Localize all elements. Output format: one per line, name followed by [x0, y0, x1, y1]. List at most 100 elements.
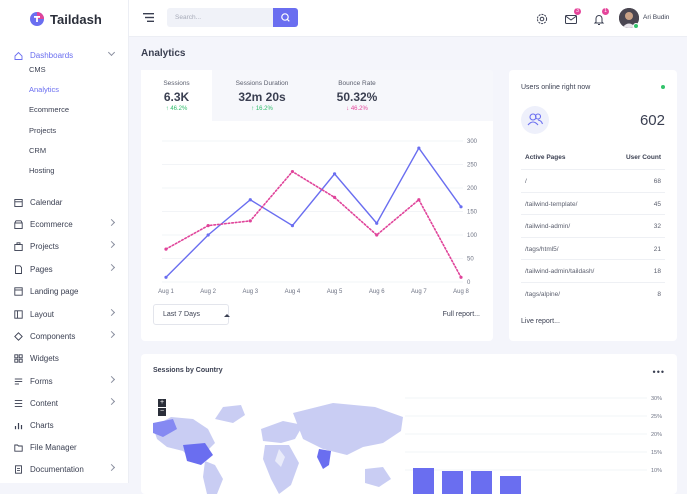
messages-button[interactable]: 3: [565, 8, 581, 24]
y-tick-label: 300: [467, 139, 478, 145]
briefcase-icon: [14, 241, 23, 251]
search-icon: [281, 13, 290, 22]
sidebar-item-label: Landing page: [30, 286, 79, 296]
sidebar-subitem-analytics[interactable]: Analytics: [29, 84, 59, 96]
table-row[interactable]: /tailwind-admin/taildash/18: [521, 259, 665, 282]
sidebar-subitem-crm[interactable]: CRM: [29, 145, 46, 157]
date-range-select[interactable]: Last 7 Days: [153, 304, 230, 325]
user-count-value: 18: [653, 268, 661, 275]
data-point: [417, 198, 421, 202]
online-status-dot: [633, 23, 639, 29]
search-input[interactable]: Search...: [167, 8, 273, 27]
sidebar-item-pages[interactable]: Pages: [14, 262, 116, 276]
chevron-down-icon: [107, 48, 116, 57]
active-page-path: /tailwind-admin/: [525, 223, 571, 230]
sidebar-item-calendar[interactable]: Calendar: [14, 195, 114, 209]
chevron-right-icon: [107, 375, 116, 384]
x-tick-label: Aug 7: [411, 289, 427, 295]
users-online-card: Users online right now 602 Active Pages …: [509, 70, 677, 341]
settings-button[interactable]: [536, 12, 548, 25]
x-tick-label: Aug 1: [158, 289, 174, 295]
user-count-value: 68: [653, 178, 661, 185]
stat-tab-sessions[interactable]: Sessions 6.3K ↑ 46.2%: [141, 70, 212, 121]
window-icon: [14, 286, 23, 296]
x-tick-label: Aug 5: [327, 289, 343, 295]
sessions-line-chart: 0 50 100 150 200 250 300 Aug 1 Aug 2 Aug 3 Aug 4 Au…: [158, 139, 478, 295]
more-options-icon[interactable]: •••: [653, 367, 665, 377]
data-point: [248, 198, 252, 202]
x-tick-label: Aug 4: [285, 289, 301, 295]
live-report-link[interactable]: Live report...: [521, 318, 560, 325]
sidebar-subitem-projects[interactable]: Projects: [29, 125, 56, 137]
chevron-right-icon: [107, 263, 116, 272]
sidebar-item-forms[interactable]: Forms: [14, 374, 116, 388]
table-row[interactable]: /tags/alpine/8: [521, 281, 665, 305]
stat-tab-bounce-rate[interactable]: Bounce Rate 50.32% ↓ 46.2%: [312, 70, 402, 121]
chevron-right-icon: [107, 308, 116, 317]
sidebar-item-file-manager[interactable]: File Manager: [14, 440, 114, 454]
table-row[interactable]: / 68: [521, 169, 665, 192]
search-button[interactable]: [273, 8, 298, 27]
world-map[interactable]: [153, 399, 413, 494]
country-bar-chart: 30% 25% 20% 15% 10%: [405, 396, 662, 494]
sidebar: Taildash Dashboards Calendar Ecommerce Proj…: [0, 0, 129, 483]
x-tick-label: Aug 2: [200, 289, 216, 295]
sidebar-item-ecommerce[interactable]: Ecommerce: [14, 217, 116, 231]
stat-delta: ↓ 46.2%: [346, 106, 368, 112]
sidebar-subitem-hosting[interactable]: Hosting: [29, 165, 54, 177]
sidebar-item-charts[interactable]: Charts: [14, 418, 114, 432]
data-point: [290, 224, 295, 228]
data-point: [332, 172, 337, 176]
sidebar-item-layout[interactable]: Layout: [14, 307, 116, 321]
stat-label: Sessions: [163, 80, 190, 87]
full-report-link[interactable]: Full report...: [443, 311, 480, 318]
sidebar-item-label: Content: [30, 398, 59, 408]
series-line-2: [165, 170, 462, 279]
table-row[interactable]: /tags/html5/21: [521, 236, 665, 260]
sidebar-item-projects[interactable]: Projects: [14, 239, 116, 253]
user-count-header: User Count: [625, 154, 661, 161]
sidebar-item-label: Documentation: [30, 464, 84, 474]
sidebar-subitem-ecommerce[interactable]: Ecommerce: [29, 104, 69, 116]
sidebar-item-label: Widgets: [30, 353, 59, 363]
y-tick-label: 25%: [651, 414, 662, 420]
sidebar-item-label: Layout: [30, 309, 55, 319]
sidebar-subitem-cms[interactable]: CMS: [29, 64, 46, 76]
notifications-button[interactable]: 1: [593, 8, 609, 25]
widgets-icon: [14, 353, 23, 363]
y-tick-label: 15%: [651, 450, 662, 456]
active-page-path: /tailwind-admin/taildash/: [525, 268, 595, 275]
table-row[interactable]: /tailwind-admin/32: [521, 214, 665, 237]
date-range-value: Last 7 Days: [163, 311, 200, 318]
gear-icon: [536, 13, 548, 25]
menu-toggle-icon[interactable]: [143, 13, 154, 22]
user-count-value: 8: [657, 290, 661, 298]
sidebar-item-label: Ecommerce: [30, 219, 73, 229]
sidebar-item-content[interactable]: Content: [14, 396, 116, 410]
sessions-by-country-title: Sessions by Country: [153, 367, 223, 374]
sidebar-item-dashboards[interactable]: Dashboards: [14, 48, 116, 62]
messages-badge: 3: [574, 8, 581, 15]
shop-icon: [14, 219, 23, 229]
table-row[interactable]: /tailwind-template/45: [521, 191, 665, 215]
data-point: [164, 275, 168, 279]
charts-icon: [14, 421, 23, 430]
stat-tab-sessions-duration[interactable]: Sessions Duration 32m 20s ↑ 16.2%: [212, 70, 312, 121]
y-tick-label: 100: [467, 233, 478, 239]
y-tick-label: 0: [467, 280, 471, 286]
sidebar-item-label: File Manager: [30, 442, 77, 452]
user-name[interactable]: Ari Budin: [643, 14, 669, 21]
y-tick-label: 200: [467, 186, 478, 192]
bell-icon: [593, 15, 605, 25]
stat-value: 32m 20s: [238, 90, 286, 104]
data-point: [164, 247, 168, 251]
sidebar-item-components[interactable]: Components: [14, 329, 116, 343]
x-tick-label: Aug 8: [453, 289, 469, 295]
brand[interactable]: Taildash: [30, 11, 102, 27]
sidebar-item-widgets[interactable]: Widgets: [14, 351, 114, 365]
layout-icon: [14, 309, 23, 319]
sidebar-item-landing-page[interactable]: Landing page: [14, 284, 114, 298]
live-status-dot: [661, 85, 665, 89]
sidebar-item-documentation[interactable]: Documentation: [14, 462, 116, 476]
data-point: [332, 195, 337, 199]
